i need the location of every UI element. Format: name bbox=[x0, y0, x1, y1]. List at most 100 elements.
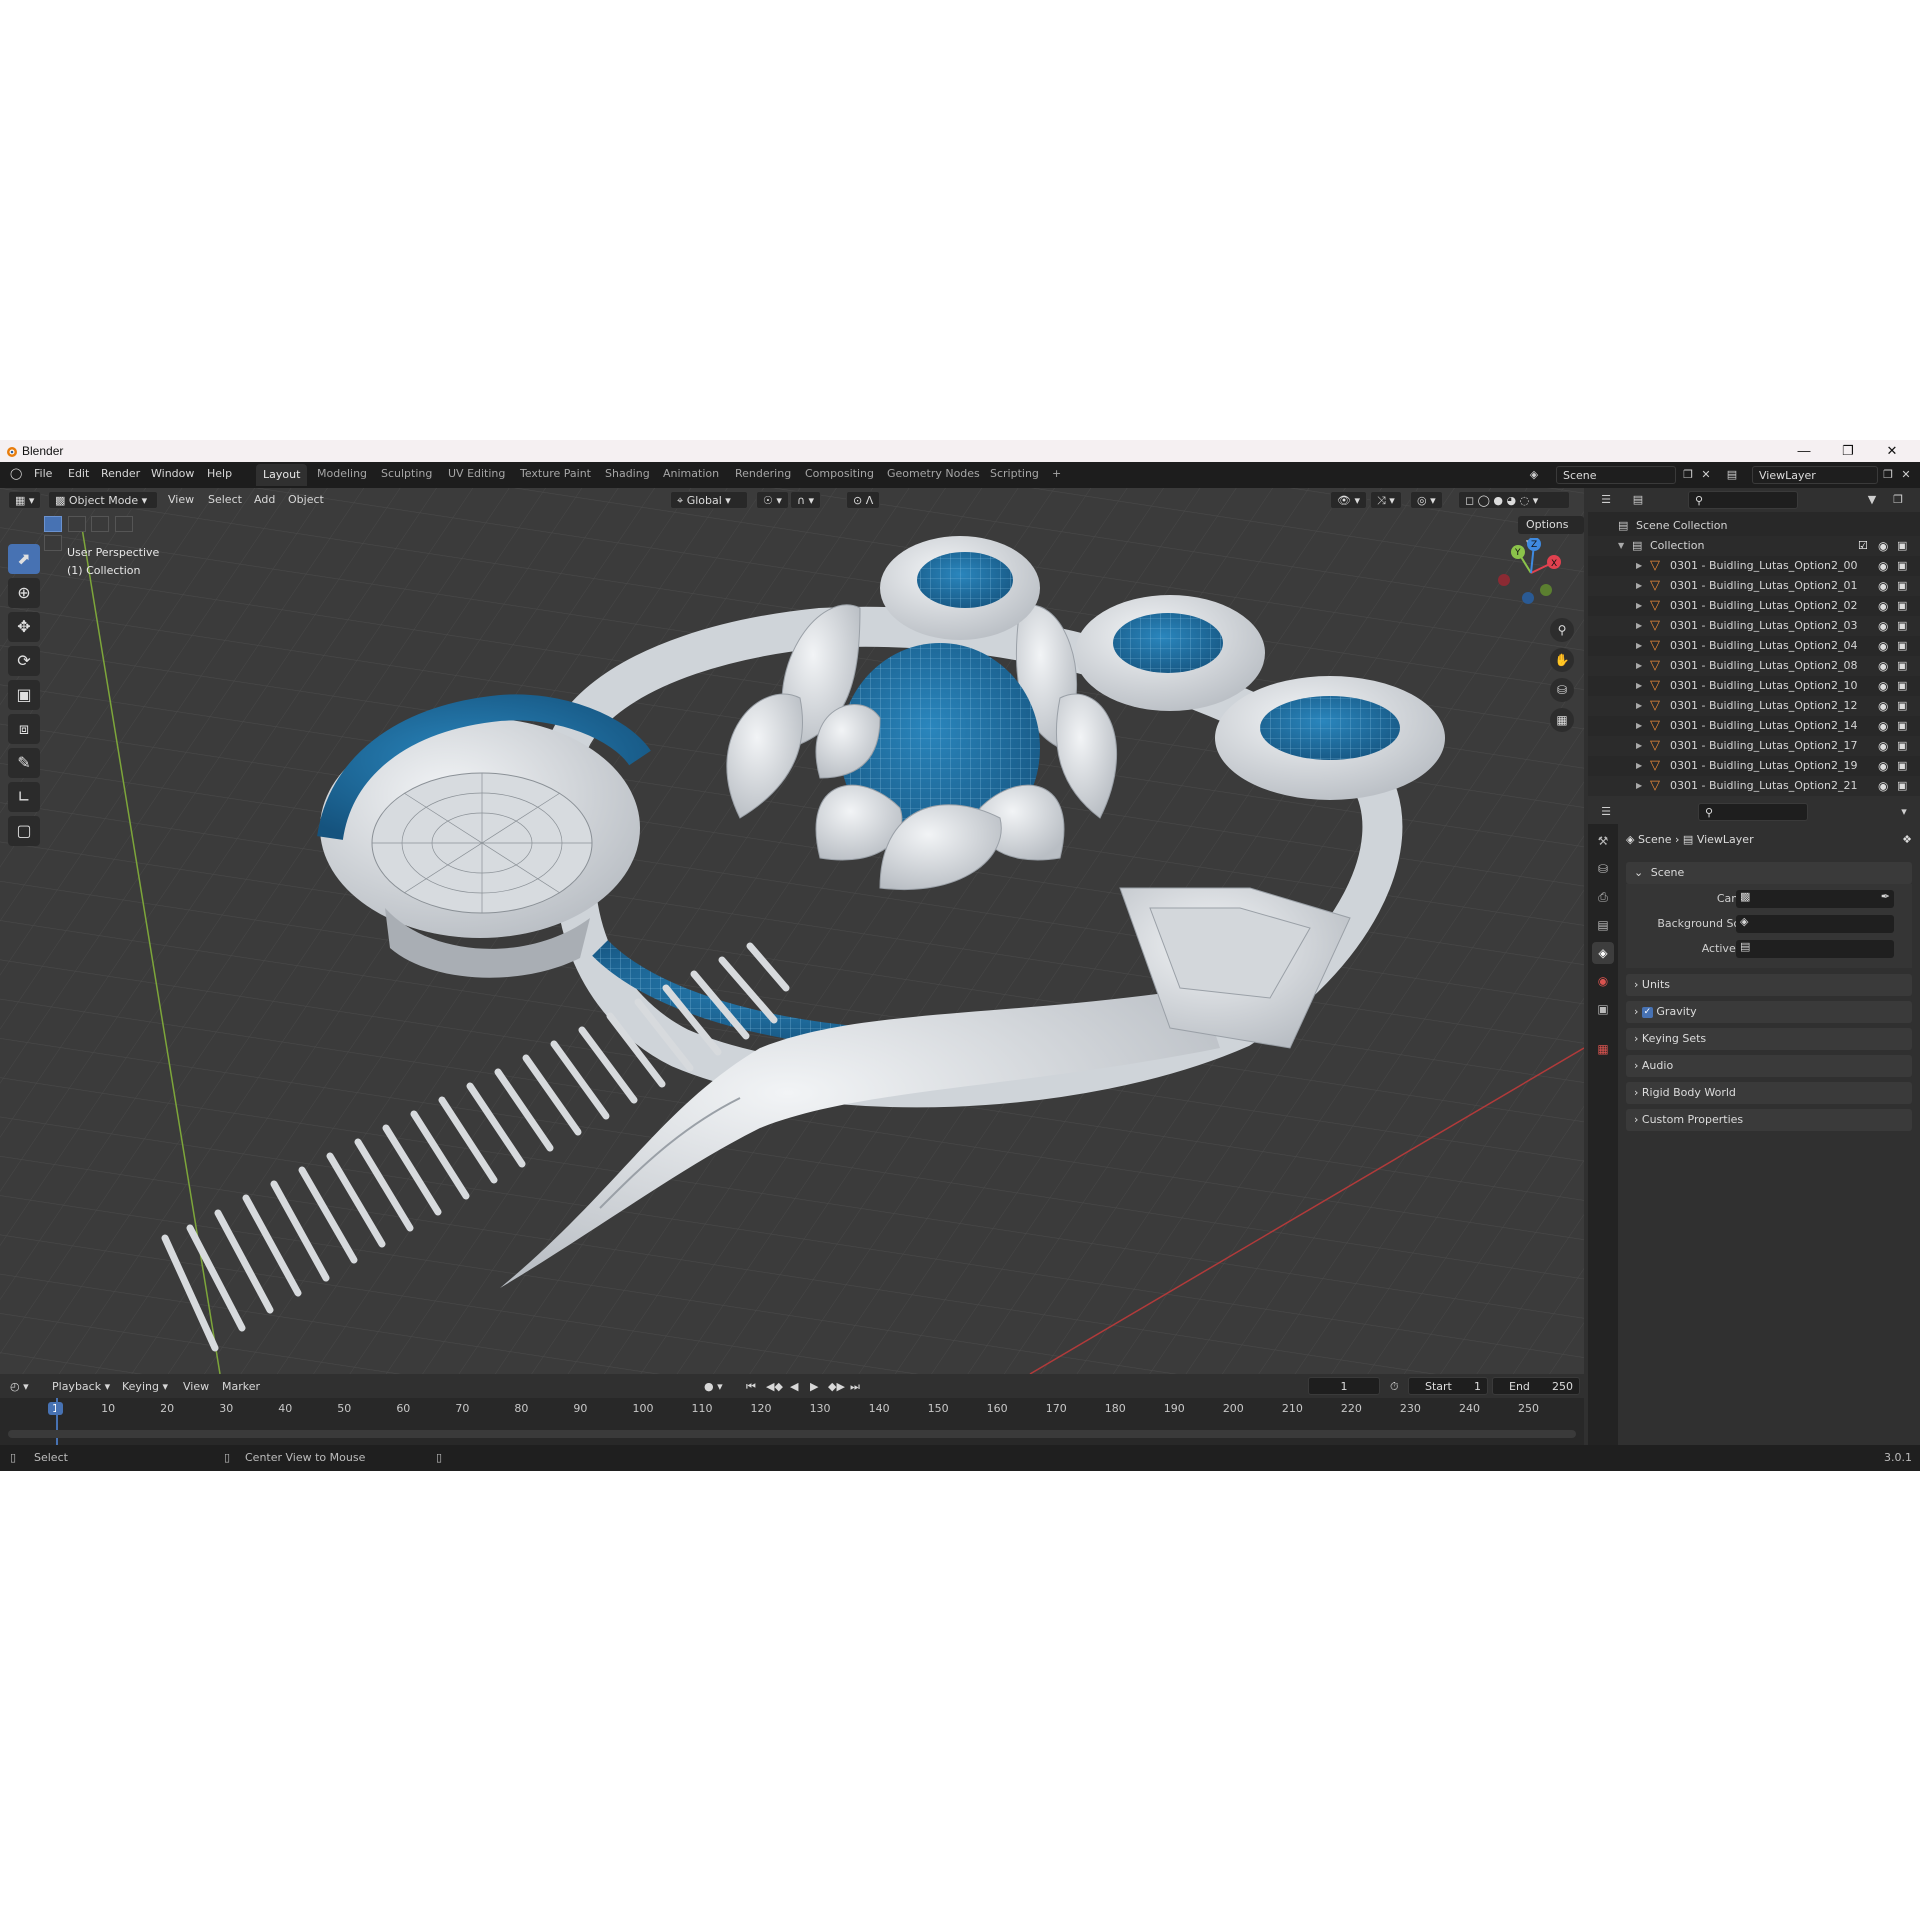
render-camera-icon[interactable]: ▣ bbox=[1897, 616, 1907, 636]
proportional-edit-toggle[interactable]: ⊙ Λ bbox=[846, 491, 881, 509]
blender-menu-icon[interactable]: ◯ bbox=[10, 467, 22, 480]
perspective-toggle-icon[interactable]: ▦ bbox=[1550, 708, 1574, 732]
scene-selector-icon[interactable]: ◈ bbox=[1524, 466, 1544, 484]
selection-mode-buttons[interactable] bbox=[44, 516, 139, 551]
gizmo-neg-z-icon[interactable] bbox=[1522, 592, 1534, 604]
outliner-row-object[interactable]: ▶ ▽ 0301 - Buidling_Lutas_Option2_00 ◉ ▣ bbox=[1588, 556, 1920, 576]
outliner-row-object[interactable]: ▶ ▽ 0301 - Buidling_Lutas_Option2_17 ◉ ▣ bbox=[1588, 736, 1920, 756]
eye-icon[interactable]: ◉ bbox=[1878, 596, 1888, 616]
outliner-row-object[interactable]: ▶ ▽ 0301 - Buidling_Lutas_Option2_19 ◉ ▣ bbox=[1588, 756, 1920, 776]
transform-orientation-dropdown[interactable]: ⌖ Global ▾ bbox=[670, 491, 748, 509]
current-frame-field[interactable]: 1 bbox=[1308, 1377, 1380, 1395]
outliner-search-input[interactable]: ⚲ bbox=[1688, 491, 1798, 509]
render-camera-icon[interactable]: ▣ bbox=[1897, 676, 1907, 696]
mode-dropdown[interactable]: ▩ Object Mode ▾ bbox=[48, 491, 158, 509]
menu-keying[interactable]: Keying ▾ bbox=[122, 1380, 168, 1393]
menu-timeline-view[interactable]: View bbox=[183, 1380, 209, 1393]
scale-tool[interactable]: ▣ bbox=[8, 680, 40, 710]
viewlayer-field[interactable]: ViewLayer bbox=[1752, 466, 1878, 484]
snap-toggle[interactable]: ∩ ▾ bbox=[790, 491, 822, 509]
render-camera-icon[interactable]: ▣ bbox=[1897, 636, 1907, 656]
menu-playback[interactable]: Playback ▾ bbox=[52, 1380, 110, 1393]
expand-toggle-icon[interactable]: ▶ bbox=[1636, 636, 1642, 656]
pin-icon[interactable]: ❖ bbox=[1902, 830, 1912, 850]
expand-toggle-icon[interactable]: ▼ bbox=[1618, 536, 1624, 556]
properties-options-icon[interactable]: ▾ bbox=[1894, 803, 1914, 821]
select-box-tool[interactable]: ⬈ bbox=[8, 544, 40, 574]
select-intersect-icon[interactable] bbox=[44, 535, 62, 551]
delete-scene-icon[interactable]: ✕ bbox=[1696, 466, 1716, 484]
keying-sets-panel[interactable]: › Keying Sets bbox=[1626, 1028, 1912, 1050]
render-camera-icon[interactable]: ▣ bbox=[1897, 736, 1907, 756]
properties-editor-type-icon[interactable]: ☰ bbox=[1596, 803, 1616, 821]
expand-toggle-icon[interactable]: ▶ bbox=[1636, 676, 1642, 696]
options-button[interactable]: Options ▾ bbox=[1518, 516, 1584, 549]
outliner-row-object[interactable]: ▶ ▽ 0301 - Buidling_Lutas_Option2_01 ◉ ▣ bbox=[1588, 576, 1920, 596]
editor-type-dropdown[interactable]: ▦ ▾ bbox=[8, 491, 42, 509]
tab-rendering[interactable]: Rendering bbox=[735, 467, 791, 480]
gravity-checkbox[interactable]: ✓ bbox=[1641, 1006, 1653, 1018]
tab-compositing[interactable]: Compositing bbox=[805, 467, 874, 480]
expand-toggle-icon[interactable]: ▶ bbox=[1636, 736, 1642, 756]
expand-toggle-icon[interactable]: ▶ bbox=[1636, 656, 1642, 676]
shading-mode-buttons[interactable]: ◻ ◯ ● ◕ ◌ ▾ bbox=[1458, 491, 1570, 509]
render-camera-icon[interactable]: ▣ bbox=[1897, 596, 1907, 616]
start-frame-field[interactable]: Start 1 bbox=[1408, 1377, 1488, 1395]
render-camera-icon[interactable]: ▣ bbox=[1897, 696, 1907, 716]
move-tool[interactable]: ✥ bbox=[8, 612, 40, 642]
outliner-row-object[interactable]: ▶ ▽ 0301 - Buidling_Lutas_Option2_14 ◉ ▣ bbox=[1588, 716, 1920, 736]
gizmo-neg-x-icon[interactable] bbox=[1498, 574, 1510, 586]
eye-icon[interactable]: ◉ bbox=[1878, 556, 1888, 576]
render-camera-icon[interactable]: ▣ bbox=[1897, 716, 1907, 736]
eye-icon[interactable]: ◉ bbox=[1878, 676, 1888, 696]
outliner-row-object[interactable]: ▶ ▽ 0301 - Buidling_Lutas_Option2_12 ◉ ▣ bbox=[1588, 696, 1920, 716]
viewport-scene[interactable] bbox=[0, 488, 1584, 1374]
tab-layout[interactable]: Layout bbox=[256, 464, 308, 486]
select-subtract-icon[interactable] bbox=[91, 516, 109, 532]
expand-toggle-icon[interactable]: ▶ bbox=[1636, 756, 1642, 776]
overlay-toggle[interactable]: ◎ ▾ bbox=[1410, 491, 1443, 509]
texture-tab-icon[interactable]: ▦ bbox=[1592, 1038, 1614, 1060]
render-camera-icon[interactable]: ▣ bbox=[1897, 756, 1907, 776]
jump-keyframe-forward-icon[interactable]: ◆▶ bbox=[828, 1380, 845, 1393]
select-invert-icon[interactable] bbox=[114, 516, 133, 532]
eye-icon[interactable]: ◉ bbox=[1878, 636, 1888, 656]
3d-viewport[interactable]: ▦ ▾ ▩ Object Mode ▾ View Select Add Obje… bbox=[0, 488, 1584, 1374]
menu-window[interactable]: Window bbox=[151, 467, 194, 480]
play-icon[interactable]: ▶ bbox=[810, 1380, 818, 1393]
measure-tool[interactable]: ∟ bbox=[8, 782, 40, 812]
custom-properties-panel[interactable]: › Custom Properties bbox=[1626, 1109, 1912, 1131]
properties-search-input[interactable]: ⚲ bbox=[1698, 803, 1808, 821]
outliner-editor-type-icon[interactable]: ☰ bbox=[1596, 491, 1616, 509]
render-tab-icon[interactable]: ⛁ bbox=[1592, 858, 1614, 880]
menu-file[interactable]: File bbox=[34, 467, 52, 480]
render-camera-icon[interactable]: ▣ bbox=[1897, 656, 1907, 676]
outliner-row-object[interactable]: ▶ ▽ 0301 - Buidling_Lutas_Option2_04 ◉ ▣ bbox=[1588, 636, 1920, 656]
jump-start-icon[interactable]: ⏮ bbox=[746, 1380, 756, 1394]
tab-scripting[interactable]: Scripting bbox=[990, 467, 1039, 480]
tab-geometry-nodes[interactable]: Geometry Nodes bbox=[887, 467, 980, 480]
eye-icon[interactable]: ◉ bbox=[1878, 536, 1888, 556]
eye-icon[interactable]: ◉ bbox=[1878, 756, 1888, 776]
expand-toggle-icon[interactable]: ▶ bbox=[1636, 616, 1642, 636]
menu-object[interactable]: Object bbox=[288, 493, 324, 506]
menu-edit[interactable]: Edit bbox=[68, 467, 89, 480]
gizmo-toggle[interactable]: ⤨ ▾ bbox=[1370, 491, 1402, 509]
restore-icon[interactable]: ❐ bbox=[1826, 440, 1870, 462]
scene-tab-icon[interactable]: ◈ bbox=[1592, 942, 1614, 964]
scene-field[interactable]: Scene bbox=[1556, 466, 1676, 484]
stopwatch-icon[interactable]: ⏱ bbox=[1390, 1380, 1399, 1394]
menu-view[interactable]: View bbox=[168, 493, 194, 506]
render-camera-icon[interactable]: ▣ bbox=[1897, 576, 1907, 596]
menu-marker[interactable]: Marker bbox=[222, 1380, 260, 1393]
select-extend-icon[interactable] bbox=[67, 516, 86, 532]
expand-toggle-icon[interactable]: ▶ bbox=[1636, 576, 1642, 596]
annotate-tool[interactable]: ✎ bbox=[8, 748, 40, 778]
visibility-dropdown[interactable]: 👁 ▾ bbox=[1330, 491, 1367, 509]
eye-icon[interactable]: ◉ bbox=[1878, 616, 1888, 636]
outliner-row-object[interactable]: ▶ ▽ 0301 - Buidling_Lutas_Option2_21 ◉ ▣ bbox=[1588, 776, 1920, 796]
gizmo-neg-y-icon[interactable] bbox=[1540, 584, 1552, 596]
tab-shading[interactable]: Shading bbox=[605, 467, 650, 480]
outliner-row-collection[interactable]: ▼ ▤ Collection ☑ ◉ ▣ bbox=[1588, 536, 1920, 556]
outliner-row-object[interactable]: ▶ ▽ 0301 - Buidling_Lutas_Option2_03 ◉ ▣ bbox=[1588, 616, 1920, 636]
